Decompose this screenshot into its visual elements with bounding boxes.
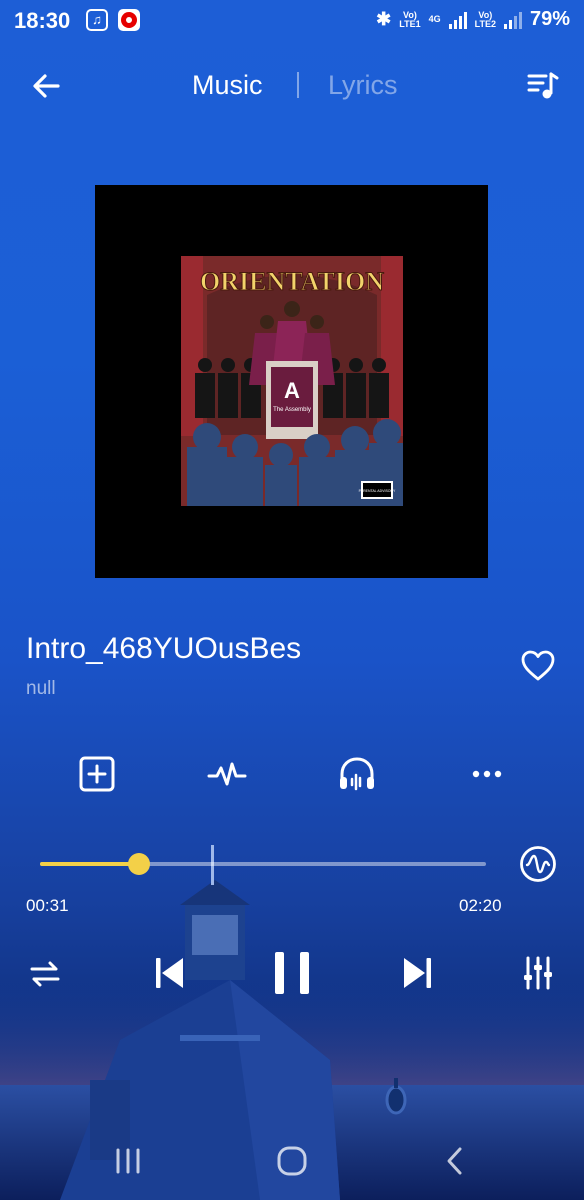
- status-right: ✱ Vo) LTE1 4G Vo) LTE2 79%: [376, 8, 570, 31]
- seek-bar-fill: [40, 862, 139, 866]
- sound-effects-icon[interactable]: [205, 752, 249, 796]
- nav-back-icon[interactable]: [436, 1144, 476, 1178]
- cover-title: ORIENTATION: [200, 267, 384, 296]
- more-options-icon[interactable]: [465, 752, 509, 796]
- current-time: 00:31: [26, 896, 69, 915]
- headphones-icon[interactable]: [335, 752, 379, 796]
- sim1-label: Vo) LTE1: [399, 9, 421, 29]
- battery-level: 79%: [529, 8, 570, 30]
- signal-icon: [503, 11, 522, 29]
- next-track-icon[interactable]: [399, 954, 435, 992]
- vodafone-icon: [118, 9, 140, 31]
- seek-bar-thumb[interactable]: [128, 853, 150, 875]
- back-arrow-icon[interactable]: [28, 68, 64, 104]
- sim2-label: Vo) LTE2: [474, 9, 496, 29]
- repeat-icon[interactable]: [28, 957, 62, 991]
- system-nav-bar: [0, 1130, 584, 1192]
- playlist-icon[interactable]: [524, 68, 560, 104]
- recent-apps-icon[interactable]: [108, 1144, 148, 1178]
- add-to-playlist-icon[interactable]: [75, 752, 119, 796]
- audio-visualizer-icon[interactable]: [518, 844, 558, 884]
- music-app-icon: ♫: [86, 9, 108, 31]
- tab-divider: [297, 72, 299, 98]
- status-bar: 18:30 ♫ ✱ Vo) LTE1 4G Vo) LTE2 79%: [0, 0, 584, 42]
- background-scenery: [0, 845, 584, 1200]
- pause-icon[interactable]: [272, 950, 312, 996]
- podium-letter: A: [284, 378, 300, 403]
- advisory-label: PARENTAL ADVISORY: [359, 489, 396, 493]
- tab-lyrics[interactable]: Lyrics: [328, 70, 398, 101]
- seek-bar[interactable]: [40, 853, 486, 875]
- equalizer-icon[interactable]: [521, 955, 555, 991]
- total-time: 02:20: [459, 896, 502, 915]
- song-artist: null: [26, 678, 56, 699]
- home-icon[interactable]: [272, 1144, 312, 1178]
- bluetooth-icon: ✱: [376, 9, 392, 29]
- status-time: 18:30: [14, 8, 71, 33]
- tab-music[interactable]: Music: [192, 70, 263, 101]
- previous-track-icon[interactable]: [152, 954, 188, 992]
- network-type: 4G: [428, 14, 441, 24]
- signal-icon: [448, 11, 467, 29]
- album-art: A The Assembly ORIENTATION PARENTAL ADVI…: [95, 185, 488, 578]
- song-title: Intro_468YUOusBes: [26, 632, 302, 665]
- podium-subtitle: The Assembly: [273, 407, 311, 413]
- heart-icon[interactable]: [518, 646, 558, 686]
- player-header: Music Lyrics: [0, 58, 584, 114]
